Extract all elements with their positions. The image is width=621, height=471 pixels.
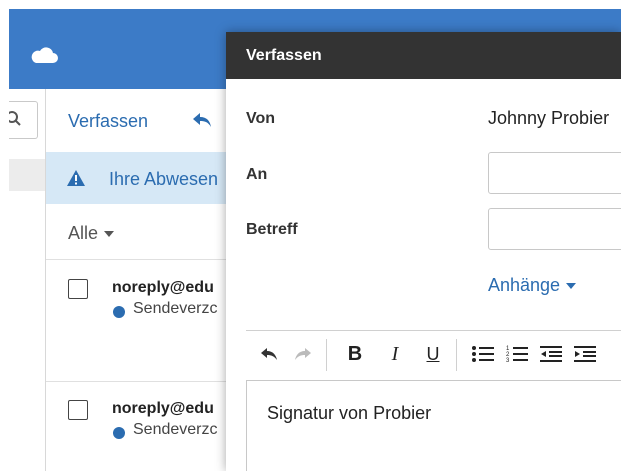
item-folder: Sendeverzc [133, 300, 218, 317]
unread-dot-icon [113, 306, 125, 318]
cloud-icon [31, 47, 58, 63]
dialog-title: Verfassen [246, 47, 322, 64]
item-checkbox[interactable] [68, 400, 88, 420]
outdent-icon[interactable] [538, 341, 564, 367]
attachments-dropdown[interactable]: Anhänge [488, 275, 577, 296]
attachments-label: Anhänge [488, 275, 561, 295]
screenshot-border [0, 0, 621, 9]
redo-icon[interactable] [290, 341, 316, 367]
numbered-list-icon[interactable]: 123 [504, 341, 530, 367]
message-editor[interactable]: Signatur von Probier [246, 380, 621, 471]
search-input[interactable] [9, 101, 38, 139]
warning-icon [67, 170, 85, 186]
chevron-down-icon [566, 283, 577, 290]
filter-label: Alle [68, 223, 99, 243]
item-checkbox[interactable] [68, 279, 88, 299]
filter-dropdown[interactable]: Alle [68, 223, 115, 244]
from-value[interactable]: Johnny Probier [488, 108, 609, 129]
divider [46, 381, 226, 382]
item-sender: noreply@edu [112, 400, 214, 417]
to-field[interactable] [488, 152, 621, 194]
to-label: An [246, 166, 268, 183]
italic-icon[interactable]: I [382, 341, 408, 367]
editor-signature-text: Signatur von Probier [267, 403, 432, 423]
subject-label: Betreff [246, 221, 298, 238]
dialog-header: Verfassen [226, 32, 621, 79]
subject-field[interactable] [488, 208, 621, 250]
item-sender: noreply@edu [112, 279, 214, 296]
divider [46, 259, 226, 260]
reply-icon[interactable] [191, 109, 213, 131]
chevron-down-icon [104, 231, 115, 238]
undo-icon[interactable] [256, 341, 282, 367]
compose-button[interactable]: Verfassen [68, 111, 148, 132]
svg-text:3: 3 [506, 358, 510, 363]
search-icon [9, 111, 21, 126]
unread-dot-icon [113, 427, 125, 439]
selected-folder[interactable] [9, 159, 45, 191]
bullet-list-icon[interactable] [470, 341, 496, 367]
underline-icon[interactable]: U [420, 341, 446, 367]
toolbar-divider [456, 339, 457, 371]
folder-panel [9, 89, 46, 471]
compose-dialog: Verfassen Von Johnny Probier An Betreff … [226, 32, 621, 471]
from-label: Von [246, 110, 276, 127]
item-folder: Sendeverzc [133, 421, 218, 438]
toolbar-divider [326, 339, 327, 371]
bold-icon[interactable]: B [342, 341, 368, 367]
app-window: Verfassen Ihre Abwesen Alle noreply@edu … [0, 0, 621, 471]
screenshot-border [0, 0, 9, 471]
indent-icon[interactable] [572, 341, 598, 367]
editor-toolbar: B I U 123 [246, 330, 621, 381]
mail-list-panel: Verfassen Ihre Abwesen Alle noreply@edu … [46, 89, 226, 471]
absence-banner-text: Ihre Abwesen [109, 169, 219, 189]
